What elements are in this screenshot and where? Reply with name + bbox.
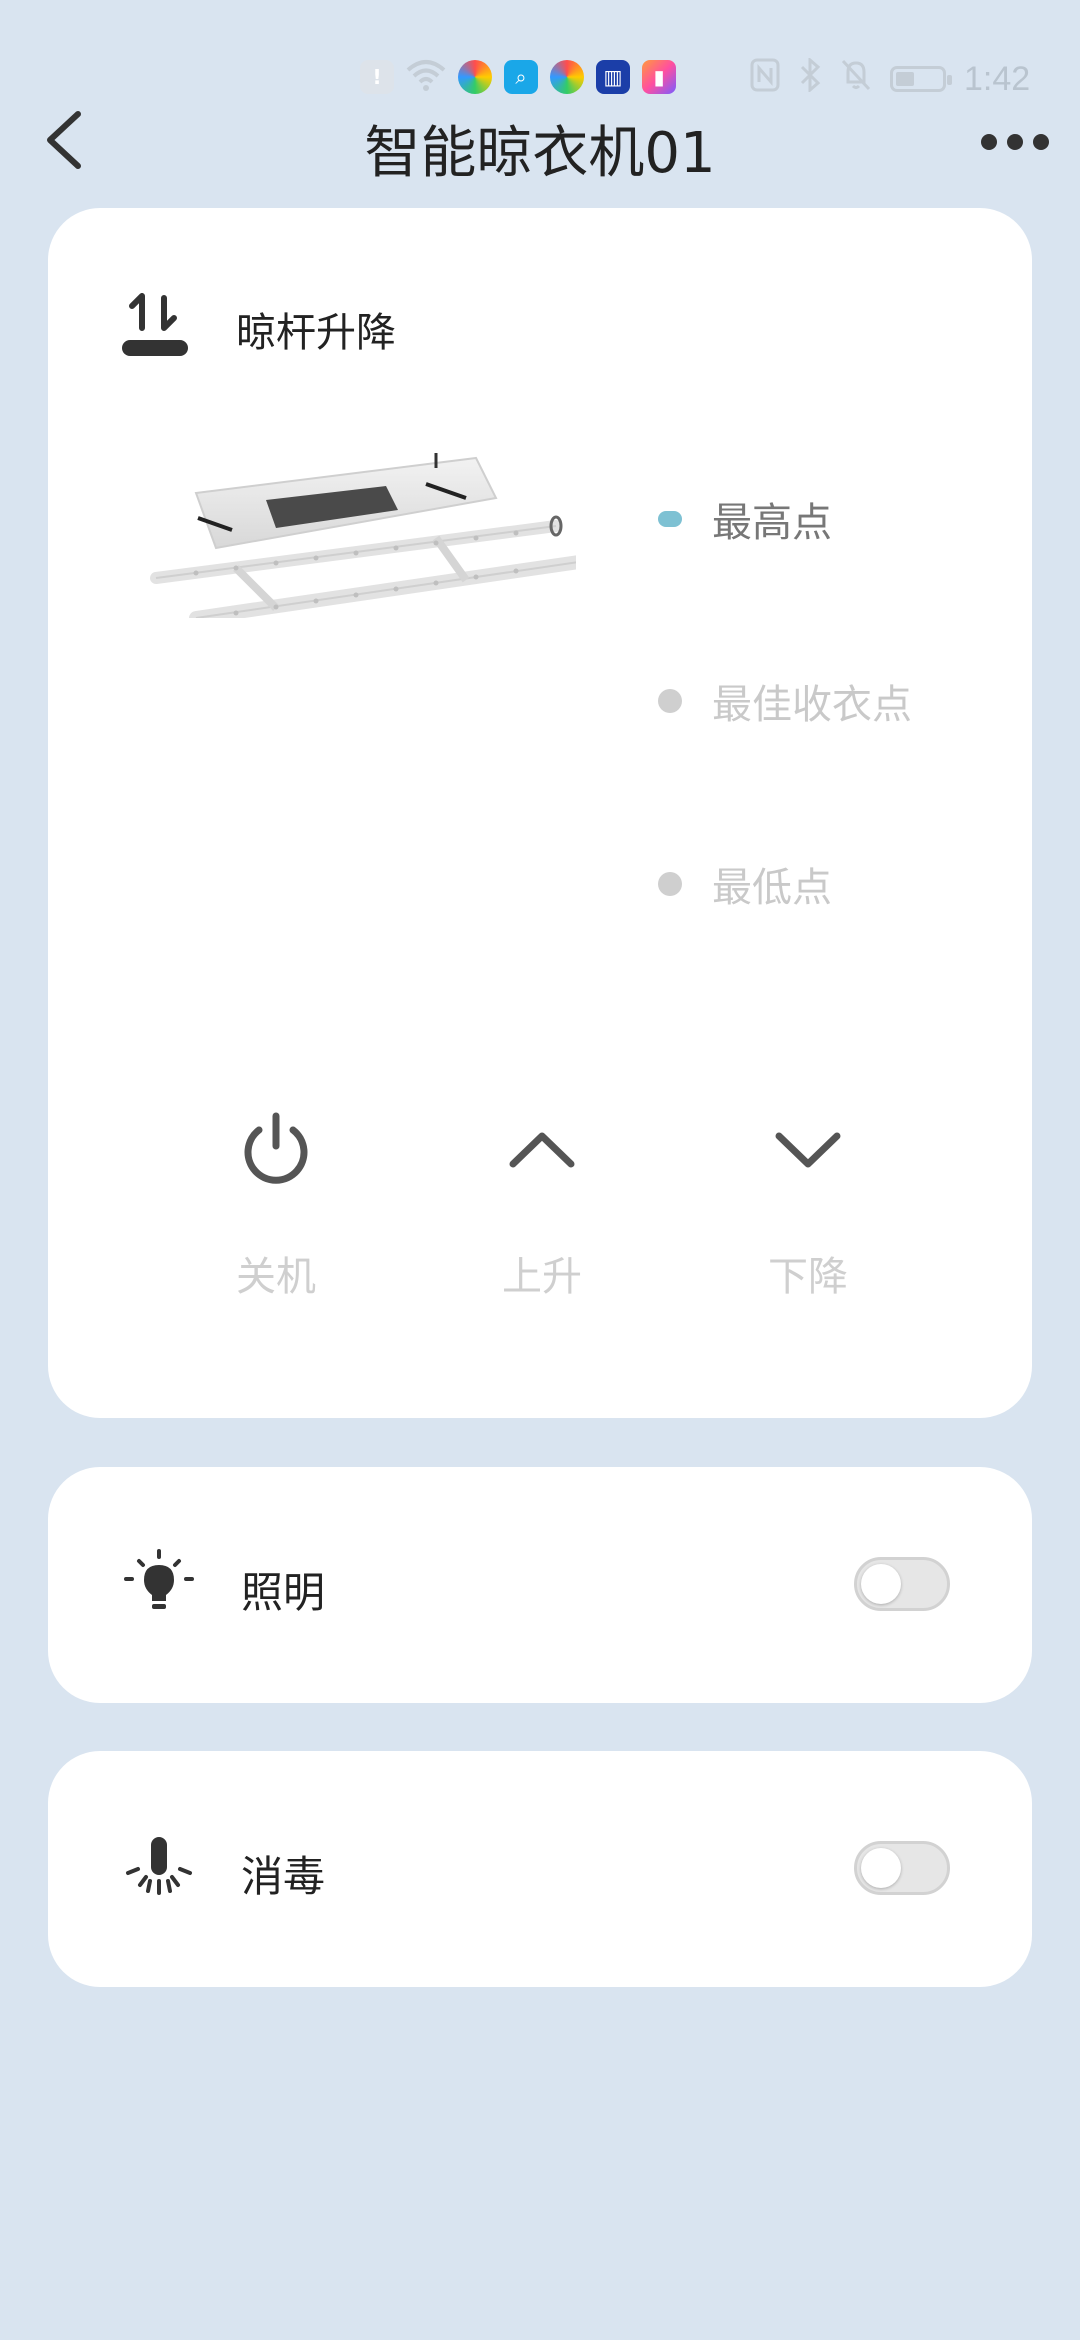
toggle-knob [861, 1848, 901, 1888]
more-dot-icon [1007, 134, 1023, 150]
more-dot-icon [1033, 134, 1049, 150]
more-options-button[interactable] [980, 122, 1050, 162]
chevron-down-icon [775, 1132, 841, 1168]
system-icons: 1:42 [750, 56, 1031, 100]
raise-label: 上升 [502, 1254, 582, 1300]
nfc-icon [750, 58, 780, 100]
lower-button[interactable]: 下降 [718, 1106, 898, 1302]
level-label: 最低点 [712, 865, 832, 911]
wifi-icon [406, 58, 446, 96]
lift-control-card: 晾杆升降 最高点 最佳收衣点 最低点 关机 上升 下降 [48, 208, 1032, 1418]
light-bulb-icon [124, 1549, 194, 1609]
bluetooth-icon [798, 56, 822, 100]
lighting-card: 照明 [48, 1467, 1032, 1703]
app-colorful-icon [550, 60, 584, 94]
disinfect-card: 消毒 [48, 1751, 1032, 1987]
toggle-knob [861, 1564, 901, 1604]
level-indicator-dot [658, 511, 682, 527]
power-off-button[interactable]: 关机 [186, 1106, 366, 1302]
page-title: 智能晾衣机01 [364, 121, 716, 186]
lighting-toggle[interactable] [854, 1557, 950, 1611]
status-bar: ! ⌕ ▥ ▮ 1:42 [0, 56, 1080, 100]
level-label: 最高点 [712, 500, 832, 546]
alert-icon: ! [360, 60, 394, 94]
level-label: 最佳收衣点 [712, 682, 912, 728]
level-indicator-dot [658, 689, 682, 713]
level-option-lowest[interactable]: 最低点 [658, 855, 832, 913]
lower-label: 下降 [768, 1254, 848, 1300]
status-time: 1:42 [964, 59, 1031, 98]
paint-app-icon: ▮ [642, 60, 676, 94]
raise-button[interactable]: 上升 [452, 1106, 632, 1302]
power-off-label: 关机 [236, 1254, 316, 1300]
section-title: 晾杆升降 [236, 310, 396, 356]
lighting-label: 照明 [241, 1568, 326, 1617]
uv-lamp-icon [126, 1837, 192, 1895]
notification-icons: ! ⌕ ▥ ▮ [360, 58, 676, 96]
lift-updown-icon [122, 293, 188, 356]
level-option-best-collect[interactable]: 最佳收衣点 [658, 672, 912, 730]
chart-app-icon: ▥ [596, 60, 630, 94]
mute-bell-icon [840, 58, 872, 100]
disinfect-label: 消毒 [241, 1852, 326, 1901]
battery-icon [890, 66, 952, 92]
level-option-highest[interactable]: 最高点 [658, 490, 832, 548]
clothes-rack-image [150, 453, 576, 618]
level-indicator-dot [658, 872, 682, 896]
search-app-icon: ⌕ [504, 60, 538, 94]
disinfect-toggle[interactable] [854, 1841, 950, 1895]
power-icon [244, 1112, 308, 1184]
app-colorful-icon [458, 60, 492, 94]
more-dot-icon [981, 134, 997, 150]
chevron-up-icon [509, 1132, 575, 1168]
